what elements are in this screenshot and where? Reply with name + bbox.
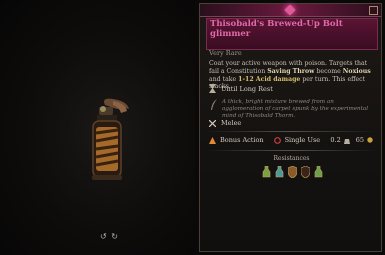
range-text: Melee — [221, 119, 242, 127]
action-cost-row: Bonus Action Single Use — [209, 136, 320, 144]
item-flavor-text: A thick, bright mixture brewed from an a… — [222, 99, 369, 119]
weight-icon — [343, 138, 350, 144]
damage-text: 1-12 Acid damage — [238, 75, 301, 83]
range-row: Melee — [209, 119, 241, 127]
quill-icon — [211, 99, 217, 110]
shield-resistance-icon[interactable] — [288, 166, 297, 178]
potion-bottle-icon — [92, 98, 129, 180]
rotate-hint[interactable]: ↺ ↻ — [100, 232, 119, 241]
saving-throw-keyword[interactable]: Saving Throw — [267, 68, 314, 75]
item-title-box: Thisobald's Brewed-Up Bolt glimmer — [206, 18, 378, 50]
gold-coin-icon — [367, 137, 373, 143]
crossed-swords-icon — [209, 119, 216, 127]
item-tooltip-card: Thisobald's Brewed-Up Bolt glimmer Very … — [199, 3, 382, 252]
divider — [206, 131, 376, 132]
rarity-gem-icon — [284, 4, 296, 16]
single-use-label: Single Use — [284, 136, 321, 144]
divider — [206, 150, 376, 151]
shield-resistance-icon[interactable] — [301, 166, 310, 178]
bonus-action-label: Bonus Action — [220, 136, 264, 144]
potion-resistance-icon[interactable] — [262, 166, 271, 178]
duration-text: Until Long Rest — [221, 84, 273, 93]
gold-value: 65 — [355, 136, 364, 144]
single-use-icon — [273, 136, 281, 144]
item-rarity: Very Rare — [209, 49, 242, 57]
pin-icon[interactable] — [369, 6, 378, 15]
resistances-heading: Resistances — [273, 155, 310, 162]
bonus-action-icon — [209, 136, 216, 144]
item-name: Thisobald's Brewed-Up Bolt glimmer — [210, 19, 343, 39]
noxious-keyword[interactable]: Noxious — [343, 68, 371, 75]
hourglass-icon — [209, 84, 216, 93]
tooltip-header-bar — [200, 4, 381, 17]
resistances-list — [262, 166, 323, 178]
duration-row: Until Long Rest — [209, 84, 273, 93]
potion-resistance-icon[interactable] — [314, 166, 323, 178]
item-preview-pane[interactable]: ↺ ↻ — [0, 0, 195, 255]
weight-value: 0.2 — [330, 136, 341, 144]
weight-value-row: 0.2 65 — [330, 136, 373, 144]
potion-resistance-icon[interactable] — [275, 166, 284, 178]
